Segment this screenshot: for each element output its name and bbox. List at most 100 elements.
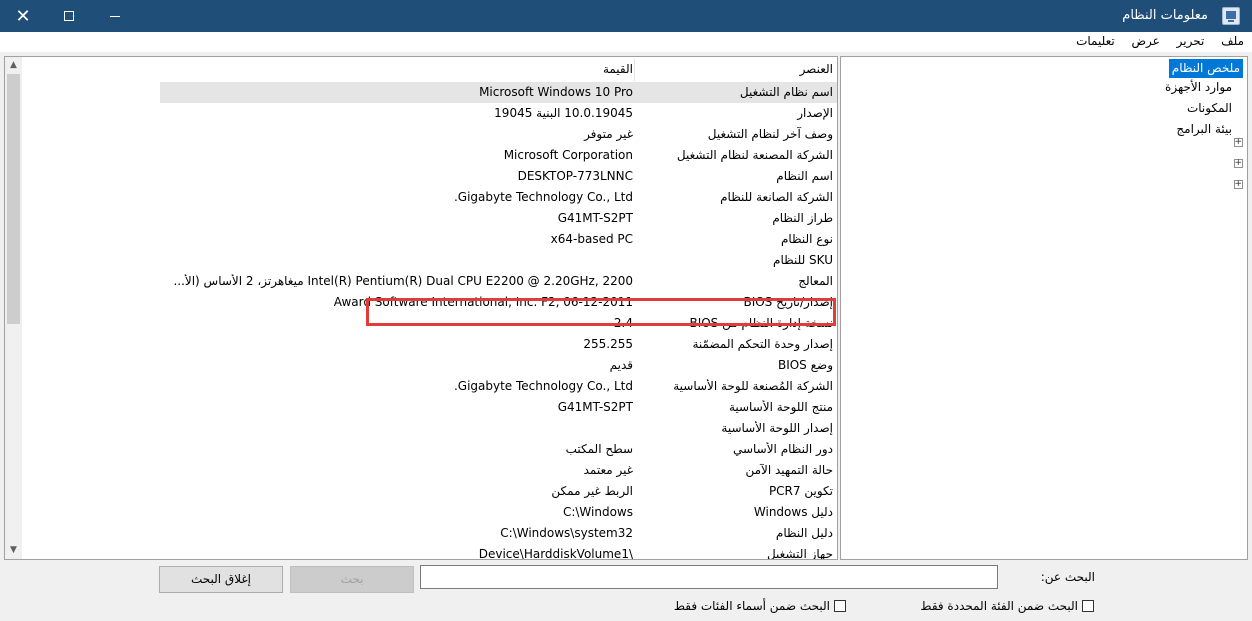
row-value: الربط غير ممكن	[551, 484, 633, 498]
menu-edit[interactable]: تحرير	[1177, 32, 1205, 48]
table-row[interactable]: طراز النظام G41MT-S2PT	[160, 208, 837, 229]
table-row[interactable]: الإصدار 10.0.19045 البنية 19045	[160, 103, 837, 124]
column-header-value[interactable]: القيمة	[163, 62, 633, 76]
expand-icon[interactable]: +	[1234, 138, 1243, 147]
title-bar: ✕ معلومات النظام	[0, 0, 1252, 32]
table-row[interactable]: اسم نظام التشغيل Microsoft Windows 10 Pro	[160, 82, 837, 103]
table-row[interactable]: إصدار اللوحة الأساسية	[160, 418, 837, 439]
row-value: \Device\HarddiskVolume1	[478, 547, 633, 560]
row-item: الشركة المصنعة لنظام التشغيل	[676, 148, 833, 162]
maximize-window-button[interactable]	[46, 0, 92, 32]
highlight-annotation-box	[366, 298, 836, 326]
row-value: Intel(R) Pentium(R) Dual CPU E2200 @ 2.2…	[173, 274, 633, 288]
row-value: غير متوفر	[584, 127, 633, 141]
row-value: Gigabyte Technology Co., Ltd.	[453, 190, 633, 204]
row-item: اسم النظام	[776, 169, 833, 183]
table-row[interactable]: دليل النظام C:\Windows\system32	[160, 523, 837, 544]
category-tree: ملخص النظام + موارد الأجهزة + المكونات +…	[840, 56, 1248, 560]
table-row[interactable]: الشركة الصانعة للنظام Gigabyte Technology…	[160, 187, 837, 208]
row-value: 255.255	[583, 337, 633, 351]
close-window-button[interactable]: ✕	[0, 0, 46, 32]
column-divider[interactable]	[634, 59, 635, 81]
row-item: اسم نظام التشغيل	[739, 85, 833, 99]
table-row[interactable]: الشركة المصنعة لنظام التشغيل Microsoft Co…	[160, 145, 837, 166]
row-item: دليل Windows	[753, 505, 833, 519]
row-value: Microsoft Corporation	[503, 148, 633, 162]
checkbox-unchecked-icon[interactable]	[834, 600, 846, 612]
search-selected-category-label: البحث ضمن الفئة المحددة فقط	[920, 599, 1078, 613]
table-row[interactable]: دور النظام الأساسي سطح المكتب	[160, 439, 837, 460]
row-item: إصدار اللوحة الأساسية	[721, 421, 833, 435]
table-row[interactable]: SKU للنظام	[160, 250, 837, 271]
row-value: سطح المكتب	[565, 442, 633, 456]
row-value: Gigabyte Technology Co., Ltd.	[453, 379, 633, 393]
table-row[interactable]: منتج اللوحة الأساسية G41MT-S2PT	[160, 397, 837, 418]
row-item: منتج اللوحة الأساسية	[728, 400, 833, 414]
table-row[interactable]: نوع النظام x64-based PC	[160, 229, 837, 250]
table-row[interactable]: دليل Windows C:\Windows	[160, 502, 837, 523]
vertical-scrollbar[interactable]: ▲ ▼	[5, 57, 22, 559]
row-value: 10.0.19045 البنية 19045	[494, 106, 633, 120]
row-item: وضع BIOS	[777, 358, 833, 372]
row-item: وصف آخر لنظام التشغيل	[707, 127, 833, 141]
expand-icon[interactable]: +	[1234, 159, 1243, 168]
row-item: نوع النظام	[780, 232, 833, 246]
checkbox-unchecked-icon[interactable]	[1082, 600, 1094, 612]
row-item: الشركة الصانعة للنظام	[720, 190, 833, 204]
menu-view[interactable]: عرض	[1132, 32, 1160, 48]
close-find-button[interactable]: إغلاق البحث	[159, 566, 283, 593]
row-value: x64-based PC	[550, 232, 633, 246]
row-value: DESKTOP-773LNNC	[517, 169, 633, 183]
row-value: قديم	[609, 358, 633, 372]
tree-item-hardware-resources[interactable]: موارد الأجهزة	[1162, 78, 1235, 97]
row-value: Microsoft Windows 10 Pro	[479, 85, 633, 99]
menu-help[interactable]: تعليمات	[1076, 32, 1115, 48]
menu-file[interactable]: ملف	[1221, 32, 1244, 48]
row-item: إصدار وحدة التحكم المضمّنة	[692, 337, 834, 351]
row-value: C:\Windows	[562, 505, 633, 519]
list-header: العنصر القيمة	[160, 59, 837, 81]
search-selected-category-option[interactable]: البحث ضمن الفئة المحددة فقط	[920, 599, 1094, 613]
row-item: طراز النظام	[772, 211, 833, 225]
search-category-names-label: البحث ضمن أسماء الفئات فقط	[673, 599, 830, 613]
tree-item-software-environment[interactable]: بيئة البرامج	[1173, 120, 1235, 139]
tree-item-system-summary[interactable]: ملخص النظام	[1168, 59, 1243, 78]
row-value: غير معتمد	[583, 463, 633, 477]
row-item: الشركة المُصنعة للوحة الأساسية	[673, 379, 833, 393]
window-title: معلومات النظام	[1122, 8, 1208, 23]
table-row[interactable]: وضع BIOS قديم	[160, 355, 837, 376]
search-category-names-option[interactable]: البحث ضمن أسماء الفئات فقط	[674, 599, 846, 613]
column-header-item[interactable]: العنصر	[641, 62, 833, 76]
row-value: C:\Windows\system32	[500, 526, 633, 540]
tree-item-components[interactable]: المكونات	[1184, 99, 1235, 118]
row-item: دليل النظام	[775, 526, 833, 540]
row-item: جهاز التشغيل	[766, 547, 833, 560]
row-item: حالة التمهيد الآمن	[745, 463, 833, 477]
find-what-label: البحث عن:	[1040, 570, 1095, 584]
find-what-input[interactable]	[420, 565, 998, 589]
row-item: دور النظام الأساسي	[732, 442, 833, 456]
row-value: G41MT-S2PT	[557, 400, 633, 414]
row-item: المعالج	[798, 274, 833, 288]
close-icon: ✕	[15, 5, 31, 27]
table-row[interactable]: تكوين PCR7 الربط غير ممكن	[160, 481, 837, 502]
menu-bar: ملف تحرير عرض تعليمات	[0, 32, 1252, 52]
row-item: SKU للنظام	[773, 253, 833, 267]
minimize-icon	[110, 15, 120, 17]
table-row[interactable]: المعالج Intel(R) Pentium(R) Dual CPU E220…	[160, 271, 837, 292]
table-row[interactable]: حالة التمهيد الآمن غير معتمد	[160, 460, 837, 481]
table-row[interactable]: جهاز التشغيل \Device\HarddiskVolume1	[160, 544, 837, 560]
row-item: الإصدار	[797, 106, 833, 120]
scroll-down-icon[interactable]: ▼	[5, 542, 22, 559]
expand-icon[interactable]: +	[1234, 180, 1243, 189]
minimize-window-button[interactable]	[92, 0, 138, 32]
table-row[interactable]: وصف آخر لنظام التشغيل غير متوفر	[160, 124, 837, 145]
row-item: تكوين PCR7	[768, 484, 833, 498]
scroll-thumb[interactable]	[7, 74, 20, 324]
table-row[interactable]: إصدار وحدة التحكم المضمّنة 255.255	[160, 334, 837, 355]
maximize-icon	[64, 11, 74, 21]
table-row[interactable]: الشركة المُصنعة للوحة الأساسية Gigabyte T…	[160, 376, 837, 397]
table-row[interactable]: اسم النظام DESKTOP-773LNNC	[160, 166, 837, 187]
scroll-up-icon[interactable]: ▲	[5, 57, 22, 74]
find-button[interactable]: بحث	[290, 566, 414, 593]
